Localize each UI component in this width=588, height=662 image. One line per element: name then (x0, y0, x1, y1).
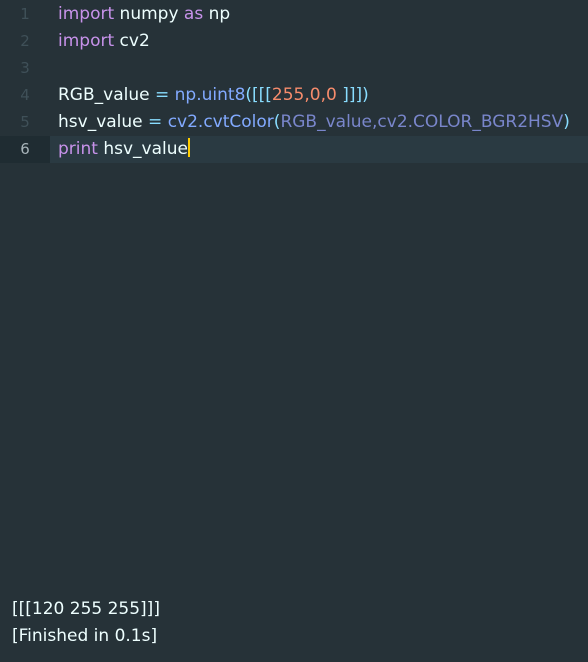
keyword-token: print (58, 139, 98, 159)
line-number: 2 (20, 32, 30, 50)
code-line-1[interactable]: 1 import numpy as np (0, 1, 588, 28)
code-text: import cv2 (58, 28, 150, 55)
build-output-panel: [[[120 255 255]]] [Finished in 0.1s] (12, 596, 572, 650)
code-text: RGB_value = np.uint8([[[255,0,0 ]]]) (58, 82, 369, 109)
bracket-token: ]]]) (336, 85, 369, 105)
output-result: [[[120 255 255]]] (12, 599, 160, 619)
argument-token: RGB_value,cv2.COLOR_BGR2HSV (280, 112, 564, 132)
code-line-3[interactable]: 3 (0, 55, 588, 82)
identifier-token: np (203, 4, 231, 24)
editor-pane[interactable]: 1 import numpy as np 2 import cv2 3 4 RG… (0, 0, 588, 590)
number-token: 255,0,0 (271, 85, 337, 105)
keyword-token: import (58, 4, 115, 24)
line-number: 6 (0, 136, 50, 163)
operator-token: = (142, 112, 168, 132)
identifier-token: hsv_value (58, 112, 143, 132)
identifier-token: cv2 (114, 31, 150, 51)
bracket-token: ([[[ (245, 85, 272, 105)
code-line-6[interactable]: 6 print hsv_value (0, 136, 588, 163)
code-line-2[interactable]: 2 import cv2 (0, 28, 588, 55)
keyword-token: import (58, 31, 115, 51)
line-number: 5 (20, 113, 30, 131)
code-text: hsv_value = cv2.cvtColor(RGB_value,cv2.C… (58, 109, 570, 136)
keyword-token: as (183, 4, 204, 24)
code-line-5[interactable]: 5 hsv_value = cv2.cvtColor(RGB_value,cv2… (0, 109, 588, 136)
operator-token: = (149, 85, 175, 105)
identifier-token: RGB_value (58, 85, 150, 105)
bracket-token: ) (563, 112, 570, 132)
identifier-token: hsv_value (97, 139, 188, 159)
output-status: [Finished in 0.1s] (12, 626, 158, 646)
identifier-token: numpy (114, 4, 184, 24)
function-token: np.uint8 (174, 85, 246, 105)
code-text: print hsv_value (58, 136, 190, 163)
code-editor-window: 1 import numpy as np 2 import cv2 3 4 RG… (0, 0, 588, 662)
code-line-4[interactable]: 4 RGB_value = np.uint8([[[255,0,0 ]]]) (0, 82, 588, 109)
function-token: cv2.cvtColor (167, 112, 274, 132)
text-cursor (187, 138, 190, 157)
line-number: 3 (20, 59, 30, 77)
line-number: 4 (20, 86, 30, 104)
code-text: import numpy as np (58, 1, 230, 28)
line-number: 1 (20, 5, 30, 23)
